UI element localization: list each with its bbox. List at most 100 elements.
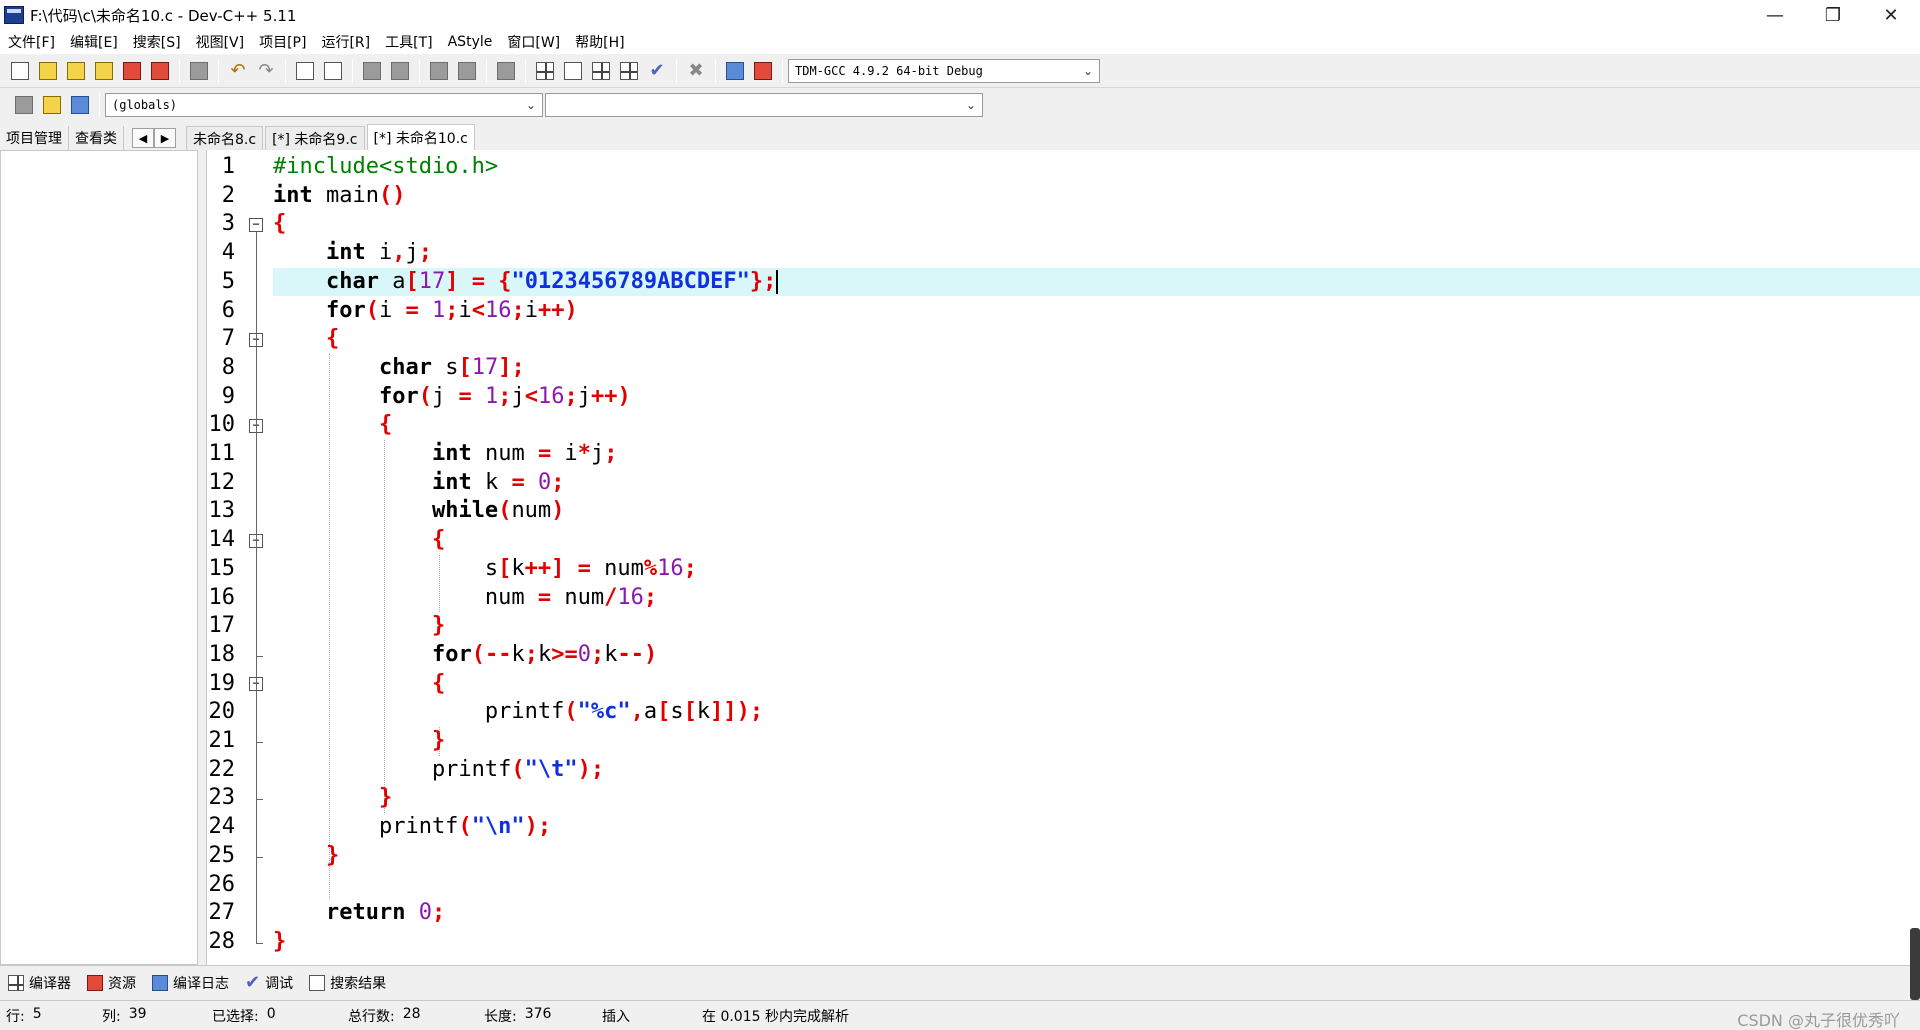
- tab-compiler[interactable]: 编译器: [0, 973, 79, 993]
- close-button[interactable]: ✕: [1862, 0, 1920, 30]
- line-number: 17: [208, 613, 236, 639]
- replace-button[interactable]: [320, 58, 346, 84]
- menu-edit[interactable]: 编辑[E]: [64, 32, 127, 52]
- delete-profile-button[interactable]: [750, 58, 776, 84]
- line-number: 21: [208, 728, 236, 753]
- tab-search-results-label: 搜索结果: [330, 975, 387, 992]
- arrow-left-icon: [430, 61, 448, 80]
- save-button[interactable]: [63, 58, 89, 84]
- menu-view[interactable]: 视图[V]: [190, 32, 254, 52]
- close-all-button[interactable]: [147, 58, 173, 84]
- member-select[interactable]: ⌄: [545, 93, 983, 117]
- redo-button[interactable]: ↷: [253, 58, 279, 84]
- unindent-button[interactable]: [387, 58, 413, 84]
- line-number: 25: [208, 842, 236, 868]
- restore-button[interactable]: ❐: [1804, 0, 1862, 30]
- line-number: 7: [221, 326, 235, 352]
- menu-run[interactable]: 运行[R]: [315, 32, 379, 52]
- file-tab-1[interactable]: 未命名8.c: [186, 126, 264, 150]
- tab-scroll-left-button[interactable]: ◀: [132, 128, 154, 148]
- menu-project[interactable]: 项目[P]: [253, 32, 315, 52]
- file-tab-2[interactable]: [*] 未命名9.c: [265, 126, 365, 150]
- menu-search[interactable]: 搜索[S]: [127, 32, 190, 52]
- goto-forward-button[interactable]: [454, 58, 480, 84]
- code-line: while(num): [431, 498, 565, 524]
- run-button[interactable]: [616, 58, 642, 84]
- save-icon: [67, 61, 85, 80]
- line-number: 23: [208, 785, 236, 811]
- line-number-gutter: 1 2 3 4 5 6 7 8 9 10 11 12 13 14 15 16 1…: [207, 150, 269, 965]
- code-editor[interactable]: 1 2 3 4 5 6 7 8 9 10 11 12 13 14 15 16 1…: [206, 150, 1920, 965]
- code-line: for(j = 1;j<16;j++): [378, 383, 631, 409]
- fold-end: [256, 943, 263, 944]
- undo-button[interactable]: ↶: [225, 58, 251, 84]
- minimize-button[interactable]: —: [1746, 0, 1804, 30]
- menu-tools[interactable]: 工具[T]: [379, 32, 441, 52]
- code-line: {: [431, 527, 446, 553]
- tab-scroll-right-button[interactable]: ▶: [154, 128, 176, 148]
- tab-resources[interactable]: 资源: [79, 973, 144, 993]
- menu-window[interactable]: 窗口[W]: [501, 32, 569, 52]
- code-line: }: [273, 928, 287, 954]
- compile-button[interactable]: [588, 58, 614, 84]
- toggle-bookmark-button[interactable]: [493, 58, 519, 84]
- tab-compile-log-label: 编译日志: [173, 975, 229, 992]
- print-button[interactable]: [186, 58, 212, 84]
- panel-splitter[interactable]: [198, 150, 206, 965]
- fold-end: [256, 742, 263, 743]
- tab-debug[interactable]: ✔ 调试: [237, 973, 301, 993]
- project-panel[interactable]: [0, 150, 198, 965]
- scope-select[interactable]: (globals) ⌄: [105, 93, 543, 117]
- window-button[interactable]: [560, 58, 586, 84]
- menu-file[interactable]: 文件[F]: [2, 32, 64, 52]
- tab-search-results[interactable]: 搜索结果: [301, 973, 394, 993]
- open-file-button[interactable]: [35, 58, 61, 84]
- close-file-button[interactable]: [119, 58, 145, 84]
- fold-toggle[interactable]: −: [249, 218, 263, 232]
- bookmark-list-button[interactable]: [67, 92, 93, 118]
- status-total-lines-value: 28: [402, 1005, 421, 1022]
- checkmark-icon: ✔: [245, 971, 261, 993]
- goto-back-button[interactable]: [426, 58, 452, 84]
- code-line: char s[17];: [378, 354, 525, 380]
- compiler-select[interactable]: TDM-GCC 4.9.2 64-bit Debug ⌄: [788, 58, 1100, 83]
- line-number: 14: [208, 527, 236, 553]
- close-file-icon: [123, 61, 141, 80]
- status-length-label: 长度:: [484, 1008, 517, 1025]
- tab-row: 项目管理 查看类 ◀ ▶ 未命名8.c [*] 未命名9.c [*] 未命名10…: [0, 124, 1920, 150]
- status-col-value: 39: [128, 1005, 147, 1022]
- menu-astyle[interactable]: AStyle: [442, 34, 502, 50]
- code-line: printf("\n");: [273, 814, 552, 840]
- tab-compile-log[interactable]: 编译日志: [144, 973, 237, 993]
- open-folder-icon: [39, 61, 57, 80]
- goto-declaration-button[interactable]: [39, 92, 65, 118]
- line-number: 2: [221, 182, 235, 208]
- new-project-button[interactable]: [532, 58, 558, 84]
- replace-icon: [324, 61, 342, 80]
- save-all-button[interactable]: [91, 58, 117, 84]
- menu-help[interactable]: 帮助[H]: [569, 32, 633, 52]
- profile-button[interactable]: [722, 58, 748, 84]
- goto-icon: [43, 96, 61, 114]
- tab-project-manager[interactable]: 项目管理: [0, 126, 69, 150]
- close-all-icon: [151, 61, 169, 80]
- title-bar: F:\代码\c\未命名10.c - Dev-C++ 5.11 — ❐ ✕: [0, 0, 1920, 30]
- status-total-lines-label: 总行数:: [348, 1008, 395, 1025]
- code-line: }: [431, 728, 446, 753]
- syntax-check-button[interactable]: ✔: [644, 58, 670, 84]
- tab-class-browser[interactable]: 查看类: [69, 126, 124, 150]
- line-number: 28: [208, 928, 236, 954]
- stop-button[interactable]: ✖: [683, 58, 709, 84]
- code-area[interactable]: #include<stdio.h> int main() { int i,j; …: [273, 150, 1920, 965]
- insert-button[interactable]: [11, 92, 37, 118]
- new-file-button[interactable]: [7, 58, 33, 84]
- status-row-value: 5: [32, 1005, 42, 1022]
- file-tab-active[interactable]: [*] 未命名10.c: [366, 124, 475, 150]
- line-number: 18: [208, 641, 236, 667]
- indent-button[interactable]: [359, 58, 385, 84]
- code-line: }: [325, 842, 340, 868]
- bookmark-list-icon: [71, 96, 89, 114]
- redo-icon: ↷: [258, 59, 274, 81]
- panel-scrollbar[interactable]: [1910, 928, 1920, 1000]
- find-button[interactable]: [292, 58, 318, 84]
